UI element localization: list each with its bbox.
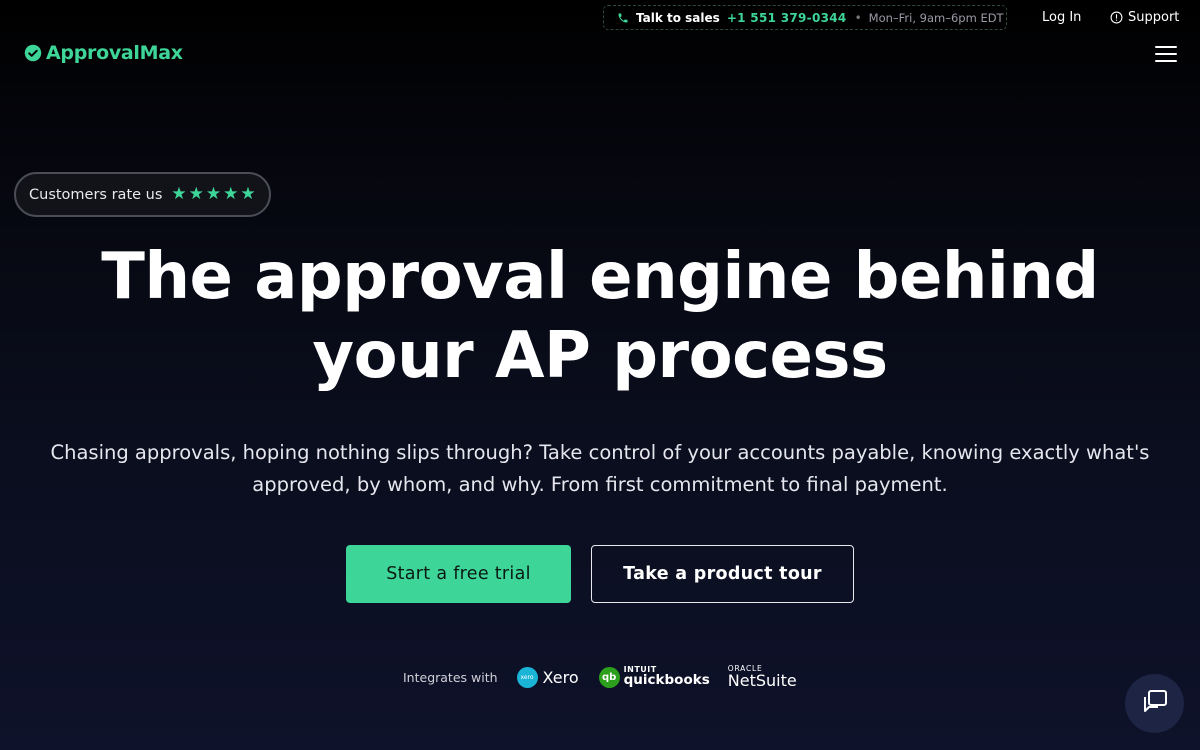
hamburger-menu-icon[interactable] <box>1154 44 1178 64</box>
login-link[interactable]: Log In <box>1042 10 1081 25</box>
start-free-trial-button[interactable]: Start a free trial <box>346 545 571 603</box>
menu-bar <box>1155 53 1177 55</box>
menu-bar <box>1155 46 1177 48</box>
xero-logo: xero Xero <box>516 666 579 688</box>
quickbooks-name: quickbooks <box>623 672 710 689</box>
sales-phone-number[interactable]: +1 551 379-0344 <box>727 11 847 25</box>
talk-to-sales-pill[interactable]: Talk to sales +1 551 379-0344 • Mon–Fri,… <box>603 5 1007 30</box>
support-link[interactable]: Support <box>1110 10 1179 25</box>
subhead-line-1: Chasing approvals, hoping nothing slips … <box>50 441 1150 464</box>
integrations-row: Integrates with xero Xero qb INTUIT quic… <box>403 660 797 694</box>
xero-badge-icon: xero <box>516 666 538 688</box>
talk-to-sales-label: Talk to sales <box>636 10 720 25</box>
subhead-line-2: approved, by whom, and why. From first c… <box>252 473 948 496</box>
check-badge-icon <box>24 44 42 62</box>
rating-label: Customers rate us <box>29 186 163 203</box>
chat-widget-button[interactable] <box>1125 674 1184 733</box>
star-icon: ★ <box>223 184 239 204</box>
top-bar: Talk to sales +1 551 379-0344 • Mon–Fri,… <box>0 0 1200 36</box>
customer-rating-pill[interactable]: Customers rate us ★ ★ ★ ★ ★ <box>14 172 271 217</box>
integrations-label: Integrates with <box>403 669 498 685</box>
menu-bar <box>1155 60 1177 62</box>
hero-headline: The approval engine behind your AP proce… <box>0 238 1200 396</box>
netsuite-logo: ORACLE NetSuite <box>728 665 797 689</box>
headline-line-1: The approval engine behind <box>101 240 1099 314</box>
sales-hours: Mon–Fri, 9am–6pm EDT <box>868 10 1004 25</box>
star-icon: ★ <box>171 184 187 204</box>
hero-subheading: Chasing approvals, hoping nothing slips … <box>20 437 1180 501</box>
product-tour-button[interactable]: Take a product tour <box>591 545 854 603</box>
support-label: Support <box>1128 10 1180 25</box>
rating-stars: ★ ★ ★ ★ ★ <box>171 186 255 203</box>
star-icon: ★ <box>188 184 204 204</box>
brand-name: ApprovalMax <box>46 42 183 64</box>
star-icon: ★ <box>240 184 256 204</box>
netsuite-name: NetSuite <box>727 670 797 690</box>
xero-name: Xero <box>542 667 579 687</box>
quickbooks-logo: qb INTUIT quickbooks <box>598 666 710 689</box>
brand-logo[interactable]: ApprovalMax <box>24 42 183 64</box>
info-circle-icon <box>1110 11 1123 24</box>
phone-icon <box>617 12 629 24</box>
chat-bubbles-icon <box>1140 687 1170 721</box>
headline-line-2: your AP process <box>312 319 888 393</box>
star-icon: ★ <box>205 184 222 204</box>
quickbooks-badge-icon: qb <box>598 666 620 688</box>
separator-dot: • <box>854 10 862 25</box>
